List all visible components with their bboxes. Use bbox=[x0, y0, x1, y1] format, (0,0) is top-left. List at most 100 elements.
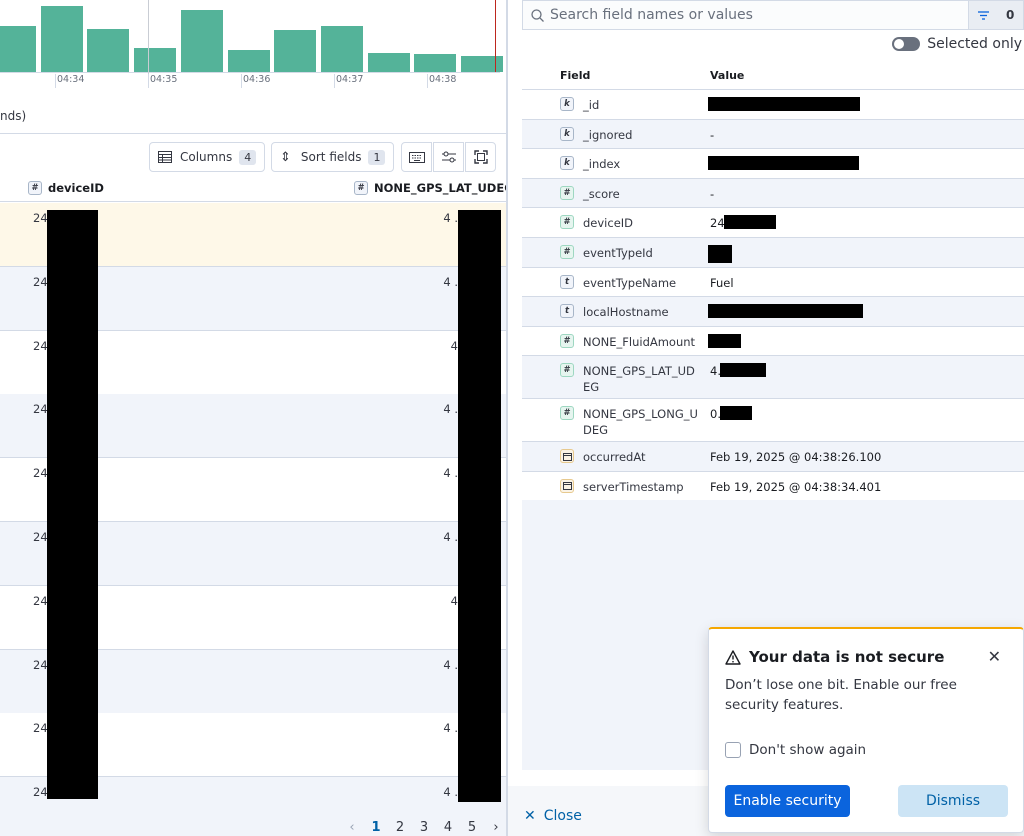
field-row[interactable]: # _score - bbox=[522, 178, 1024, 209]
redaction-block bbox=[708, 244, 732, 263]
page-1-button[interactable]: 1 bbox=[364, 820, 388, 835]
field-name: _id bbox=[583, 98, 600, 112]
cell-deviceid[interactable]: 24 bbox=[33, 339, 48, 353]
field-row[interactable]: k _index bbox=[522, 149, 1024, 179]
field-row[interactable]: occurredAt Feb 19, 2025 @ 04:38:26.100 bbox=[522, 442, 1024, 472]
field-value[interactable]: Feb 19, 2025 @ 04:38:26.100 bbox=[710, 450, 881, 464]
cell-lat[interactable]: 4 . bbox=[443, 402, 458, 416]
cell-lat[interactable]: 4 bbox=[451, 339, 458, 353]
x-tick-label: 04:35 bbox=[150, 74, 178, 85]
histogram-bar[interactable] bbox=[367, 52, 410, 72]
cell-lat[interactable]: 4 . bbox=[443, 530, 458, 544]
cell-deviceid[interactable]: 24 bbox=[33, 275, 48, 289]
fullscreen-button[interactable] bbox=[465, 142, 496, 172]
cell-deviceid[interactable]: 24 bbox=[33, 466, 48, 480]
x-tick-label: 04:37 bbox=[336, 74, 364, 85]
field-row[interactable]: # NONE_GPS_LAT_UDEG 4. bbox=[522, 356, 1024, 400]
histogram-bar[interactable] bbox=[320, 26, 363, 72]
cell-deviceid[interactable]: 24 bbox=[33, 594, 48, 608]
toast-close-button[interactable]: ✕ bbox=[988, 647, 1001, 666]
display-settings-button[interactable] bbox=[433, 142, 464, 172]
field-row[interactable]: # NONE_FluidAmount bbox=[522, 327, 1024, 357]
keyboard-shortcuts-button[interactable] bbox=[401, 142, 432, 172]
cell-lat[interactable]: 4 . bbox=[443, 721, 458, 735]
x-tick bbox=[334, 74, 335, 88]
column-header-deviceid[interactable]: # deviceID bbox=[28, 181, 104, 195]
field-value[interactable]: - bbox=[710, 128, 714, 142]
field-row[interactable]: k _ignored - bbox=[522, 119, 1024, 150]
cell-lat[interactable]: 4 . bbox=[443, 658, 458, 672]
checkbox-label: Don't show again bbox=[749, 742, 867, 758]
cell-deviceid[interactable]: 24 bbox=[33, 211, 48, 225]
histogram-bar[interactable] bbox=[274, 30, 317, 72]
enable-security-button[interactable]: Enable security bbox=[725, 785, 850, 817]
page-3-button[interactable]: 3 bbox=[412, 820, 436, 835]
close-flyout-button[interactable]: ✕ Close bbox=[524, 808, 582, 824]
number-type-icon: # bbox=[560, 406, 574, 421]
histogram-bar[interactable] bbox=[0, 26, 36, 72]
field-row[interactable]: serverTimestamp Feb 19, 2025 @ 04:38:34.4… bbox=[522, 472, 1024, 502]
histogram-bar[interactable] bbox=[180, 9, 223, 72]
redaction-block bbox=[720, 406, 752, 421]
cell-lat[interactable]: 4 . bbox=[443, 275, 458, 289]
histogram-bar[interactable] bbox=[414, 54, 457, 72]
histogram-bar[interactable] bbox=[461, 56, 503, 72]
grid-header: # deviceID # NONE_GPS_LAT_UDEG bbox=[0, 176, 506, 202]
discover-main-pane: 04:34 04:35 04:36 04:37 04:38 nds) Columns 4… bbox=[0, 0, 506, 836]
toggle-switch[interactable] bbox=[892, 37, 921, 51]
page-2-button[interactable]: 2 bbox=[388, 820, 412, 835]
cell-deviceid[interactable]: 24 bbox=[33, 402, 48, 416]
x-tick bbox=[427, 74, 428, 88]
warning-icon bbox=[725, 649, 741, 665]
cell-lat[interactable]: 4 . bbox=[443, 466, 458, 480]
field-row[interactable]: # deviceID 24 bbox=[522, 208, 1024, 238]
cell-lat[interactable]: 4 . bbox=[443, 211, 458, 225]
page-5-button[interactable]: 5 bbox=[460, 820, 484, 835]
dismiss-button[interactable]: Dismiss bbox=[898, 785, 1008, 817]
redaction-block bbox=[724, 215, 776, 230]
fullscreen-icon bbox=[473, 150, 488, 164]
histogram-bar[interactable] bbox=[87, 28, 130, 72]
selected-only-toggle[interactable]: Selected only bbox=[892, 36, 1022, 52]
cell-deviceid[interactable]: 24 bbox=[33, 785, 48, 799]
toast-body: Don’t lose one bit. Enable our free secu… bbox=[725, 677, 957, 713]
page-4-button[interactable]: 4 bbox=[436, 820, 460, 835]
cell-deviceid[interactable]: 24 bbox=[33, 530, 48, 544]
text-type-icon: t bbox=[560, 304, 574, 319]
histogram-chart[interactable]: 04:34 04:35 04:36 04:37 04:38 bbox=[0, 0, 506, 100]
field-row[interactable]: # eventTypeId bbox=[522, 237, 1024, 268]
x-tick-label: 04:36 bbox=[243, 74, 271, 85]
dont-show-again-checkbox[interactable]: Don't show again bbox=[725, 742, 866, 758]
redaction-block bbox=[708, 156, 859, 171]
field-row[interactable]: k _id bbox=[522, 90, 1024, 120]
columns-label: Columns bbox=[180, 150, 233, 164]
next-page-button[interactable]: › bbox=[484, 820, 506, 835]
histogram-bar[interactable] bbox=[40, 6, 83, 72]
histogram-bar[interactable] bbox=[134, 48, 177, 72]
text-type-icon: t bbox=[560, 274, 574, 289]
x-tick bbox=[148, 74, 149, 88]
column-header-lat[interactable]: # NONE_GPS_LAT_UDEG bbox=[354, 181, 506, 195]
sort-fields-button[interactable]: ⇕ Sort fields 1 bbox=[271, 142, 395, 172]
field-row[interactable]: t localHostname bbox=[522, 297, 1024, 327]
histogram-bar[interactable] bbox=[227, 50, 270, 72]
checkbox-box[interactable] bbox=[725, 742, 741, 758]
field-value[interactable]: - bbox=[710, 187, 714, 201]
field-search-input[interactable]: Search field names or values bbox=[522, 0, 975, 30]
cell-lat[interactable]: 4 bbox=[451, 594, 458, 608]
field-value[interactable]: Fuel bbox=[710, 276, 734, 290]
security-warning-toast: Your data is not secure ✕ Don’t lose one… bbox=[708, 627, 1024, 833]
field-name: eventTypeId bbox=[583, 245, 653, 260]
field-name: _ignored bbox=[583, 127, 633, 142]
field-row[interactable]: t eventTypeName Fuel bbox=[522, 268, 1024, 298]
field-type-filter-button[interactable]: 0 bbox=[968, 0, 1024, 30]
field-value[interactable]: 24 bbox=[710, 216, 725, 230]
cell-lat[interactable]: 4 . bbox=[443, 785, 458, 799]
cell-deviceid[interactable]: 24 bbox=[33, 721, 48, 735]
columns-button[interactable]: Columns 4 bbox=[149, 142, 266, 172]
prev-page-button[interactable]: ‹ bbox=[340, 820, 364, 835]
field-value[interactable]: Feb 19, 2025 @ 04:38:34.401 bbox=[710, 480, 881, 494]
cell-deviceid[interactable]: 24 bbox=[33, 658, 48, 672]
field-name: NONE_FluidAmount bbox=[583, 334, 696, 349]
field-row[interactable]: # NONE_GPS_LONG_UDEG 0. bbox=[522, 399, 1024, 443]
